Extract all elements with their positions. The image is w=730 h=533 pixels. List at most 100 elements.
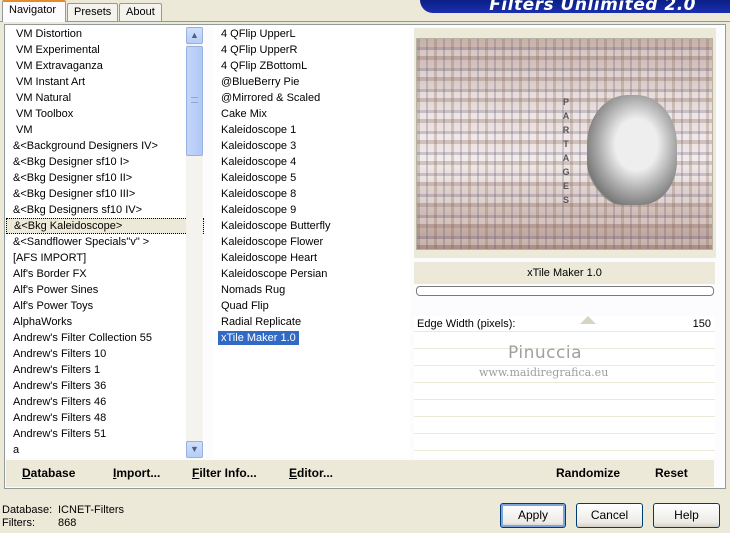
vertical-letter: E [562, 181, 569, 191]
filter-list[interactable]: 4 QFlip UpperL 4 QFlip UpperR 4 QFlip ZBot… [214, 26, 410, 458]
vertical-letter: R [562, 125, 570, 135]
apply-button[interactable]: Apply [500, 503, 566, 528]
category-item[interactable]: VM Natural [6, 90, 204, 106]
filter-item[interactable]: Kaleidoscope 9 [214, 202, 410, 218]
filter-item[interactable]: 4 QFlip ZBottomL [214, 58, 410, 74]
filter-item[interactable]: Kaleidoscope 3 [214, 138, 410, 154]
filter-item[interactable]: Kaleidoscope 8 [214, 186, 410, 202]
category-item[interactable]: Alf's Power Sines [6, 282, 204, 298]
filter-item-label: 4 QFlip UpperR [221, 44, 298, 56]
watermark-name: Pinuccia [508, 343, 582, 363]
param-row-empty [414, 401, 715, 417]
slider-marker-icon [580, 316, 596, 324]
vertical-letter: A [562, 153, 570, 163]
randomize-button[interactable]: Randomize [556, 466, 620, 480]
vertical-letter: S [562, 195, 569, 205]
parameter-list: Edge Width (pixels): 150 [414, 316, 715, 458]
reset-button[interactable]: Reset [655, 466, 688, 480]
filter-item[interactable]: 4 QFlip UpperR [214, 42, 410, 58]
filter-item[interactable]: Kaleidoscope Butterfly [214, 218, 410, 234]
status-database: Database: ICNET-Filters [2, 504, 124, 516]
filter-item-label: 4 QFlip UpperL [221, 28, 296, 40]
filter-item[interactable]: @BlueBerry Pie [214, 74, 410, 90]
status-filters: Filters: 868 [2, 517, 77, 529]
filter-item-label: Radial Replicate [221, 316, 302, 328]
tab-about[interactable]: About [119, 3, 162, 21]
param-label: Edge Width (pixels): [417, 318, 516, 330]
category-item[interactable]: VM Extravaganza [6, 58, 204, 74]
category-item[interactable]: Andrew's Filters 48 [6, 410, 204, 426]
filter-item[interactable]: Nomads Rug [214, 282, 410, 298]
banner-title: Filters Unlimited 2.0 [489, 0, 696, 13]
filter-item[interactable]: @Mirrored & Scaled [214, 90, 410, 106]
filters-unlimited-banner: Filters Unlimited 2.0 [420, 0, 730, 13]
filter-item-label: Kaleidoscope 8 [221, 188, 297, 200]
command-bar: Database Import... Filter Info... Editor… [6, 460, 714, 487]
category-item[interactable]: &<Sandflower Specials"v" > [6, 234, 204, 250]
category-item[interactable]: &<Bkg Designer sf10 III> [6, 186, 204, 202]
tab-navigator[interactable]: Navigator [2, 0, 66, 22]
filter-item[interactable]: Kaleidoscope Heart [214, 250, 410, 266]
filter-item[interactable]: Kaleidoscope 4 [214, 154, 410, 170]
category-item[interactable]: Andrew's Filter Collection 55 [6, 330, 204, 346]
preview-vertical-text: PARTAGES [561, 95, 571, 207]
category-item[interactable]: &<Bkg Designer sf10 II> [6, 170, 204, 186]
scroll-up-button[interactable]: ▲ [186, 27, 203, 44]
category-item[interactable]: AlphaWorks [6, 314, 204, 330]
help-button[interactable]: Help [653, 503, 720, 528]
filter-item-label: Kaleidoscope Flower [221, 236, 324, 248]
filter-item[interactable]: Kaleidoscope Flower [214, 234, 410, 250]
face-portrait [587, 95, 677, 205]
category-item[interactable]: Andrew's Filters 1 [6, 362, 204, 378]
category-scrollbar[interactable]: ▲ ▼ [186, 27, 203, 458]
filter-item[interactable]: 4 QFlip UpperL [214, 26, 410, 42]
vertical-letter: A [562, 111, 570, 121]
vertical-letter: T [563, 139, 569, 149]
category-list[interactable]: VM Distortion VM Experimental VM Extravaga… [6, 26, 204, 458]
editor-button[interactable]: Editor... [289, 466, 333, 480]
filter-item[interactable]: Kaleidoscope 1 [214, 122, 410, 138]
category-item[interactable]: &<Bkg Kaleidoscope> [6, 218, 204, 234]
category-item[interactable]: VM [6, 122, 204, 138]
param-edge-width[interactable]: Edge Width (pixels): 150 [414, 316, 715, 332]
filter-item[interactable]: xTile Maker 1.0 [214, 330, 410, 346]
filter-item-label: Kaleidoscope 5 [221, 172, 297, 184]
scroll-thumb[interactable] [186, 46, 203, 156]
filter-item-label: Cake Mix [221, 108, 267, 120]
category-item[interactable]: Alf's Power Toys [6, 298, 204, 314]
preview-area: PARTAGES [414, 28, 716, 258]
category-item[interactable]: a [6, 442, 204, 458]
import-button[interactable]: Import... [113, 466, 160, 480]
category-item[interactable]: Andrew's Filters 46 [6, 394, 204, 410]
filter-item[interactable]: Cake Mix [214, 106, 410, 122]
filter-item[interactable]: Kaleidoscope Persian [214, 266, 410, 282]
vertical-letter: G [562, 167, 570, 177]
watermark-url: www.maidiregrafica.eu [479, 366, 609, 379]
filter-item-label: @BlueBerry Pie [221, 76, 300, 88]
filter-item[interactable]: Kaleidoscope 5 [214, 170, 410, 186]
category-item[interactable]: VM Toolbox [6, 106, 204, 122]
category-item[interactable]: Andrew's Filters 10 [6, 346, 204, 362]
filter-info-button[interactable]: Filter Info... [192, 466, 257, 480]
category-item[interactable]: &<Bkg Designers sf10 IV> [6, 202, 204, 218]
filter-item-label: Kaleidoscope 1 [221, 124, 297, 136]
filter-item-label: Kaleidoscope Persian [221, 268, 328, 280]
filter-item-label: Kaleidoscope Heart [221, 252, 318, 264]
filter-item[interactable]: Radial Replicate [214, 314, 410, 330]
database-button[interactable]: Database [22, 466, 75, 480]
filter-item-label: Nomads Rug [221, 284, 286, 296]
category-item[interactable]: VM Instant Art [6, 74, 204, 90]
category-item[interactable]: Alf's Border FX [6, 266, 204, 282]
category-item[interactable]: Andrew's Filters 51 [6, 426, 204, 442]
category-item[interactable]: [AFS IMPORT] [6, 250, 204, 266]
category-item[interactable]: &<Bkg Designer sf10 I> [6, 154, 204, 170]
cancel-button[interactable]: Cancel [576, 503, 643, 528]
category-item[interactable]: VM Experimental [6, 42, 204, 58]
filter-item-label: Kaleidoscope 3 [221, 140, 297, 152]
category-item[interactable]: VM Distortion [6, 26, 204, 42]
category-item[interactable]: &<Background Designers IV> [6, 138, 204, 154]
scroll-down-button[interactable]: ▼ [186, 441, 203, 458]
tab-presets[interactable]: Presets [67, 3, 118, 21]
filter-item[interactable]: Quad Flip [214, 298, 410, 314]
category-item[interactable]: Andrew's Filters 36 [6, 378, 204, 394]
